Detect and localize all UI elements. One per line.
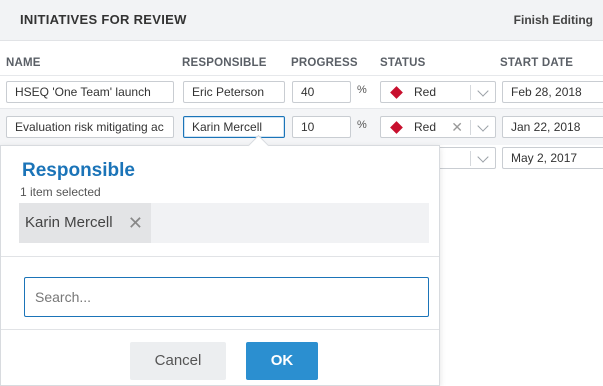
- status-value: Red: [414, 85, 437, 99]
- column-header-name: NAME: [6, 57, 41, 69]
- selected-chip: Karin Mercell ✕: [19, 203, 151, 243]
- divider: [1, 256, 439, 257]
- cancel-button[interactable]: Cancel: [130, 342, 226, 380]
- chevron-down-icon[interactable]: [477, 120, 489, 132]
- responsible-field[interactable]: Eric Peterson: [183, 81, 285, 103]
- selection-count: 1 item selected: [20, 185, 101, 199]
- column-header-progress: PROGRESS: [291, 57, 358, 69]
- status-value: Red: [414, 120, 437, 134]
- clear-icon[interactable]: ✕: [451, 117, 463, 137]
- select-separator: [470, 151, 471, 166]
- progress-field[interactable]: 10: [292, 116, 351, 138]
- search-input[interactable]: Search...: [24, 277, 429, 317]
- name-field[interactable]: HSEQ 'One Team' launch: [6, 81, 174, 103]
- divider: [1, 329, 439, 330]
- finish-editing-link[interactable]: Finish Editing: [514, 13, 593, 27]
- chevron-down-icon[interactable]: [477, 151, 489, 163]
- status-select[interactable]: Red ✕: [380, 116, 496, 138]
- panel-title: INITIATIVES FOR REVIEW: [20, 12, 187, 27]
- status-diamond-icon: [390, 86, 403, 99]
- column-header-status: STATUS: [380, 57, 426, 69]
- remove-chip-icon[interactable]: ✕: [128, 203, 143, 243]
- start-date-field[interactable]: Jan 22, 2018: [502, 116, 603, 138]
- percent-label: %: [357, 119, 367, 131]
- column-header-responsible: RESPONSIBLE: [182, 57, 267, 69]
- chevron-down-icon[interactable]: [477, 85, 489, 97]
- status-diamond-icon: [390, 121, 403, 134]
- select-separator: [470, 85, 471, 100]
- start-date-field[interactable]: May 2, 2017: [502, 147, 603, 169]
- percent-label: %: [357, 84, 367, 96]
- row-divider: [0, 75, 603, 76]
- popup-title: Responsible: [22, 160, 135, 181]
- select-separator: [470, 120, 471, 135]
- column-header-start-date: START DATE: [500, 57, 574, 69]
- chip-label: Karin Mercell: [25, 214, 113, 231]
- responsible-field[interactable]: Karin Mercell: [183, 116, 285, 138]
- selected-items-box: Karin Mercell ✕: [19, 203, 429, 243]
- responsible-picker-popup: Responsible 1 item selected Karin Mercel…: [0, 145, 440, 386]
- progress-field[interactable]: 40: [292, 81, 351, 103]
- panel-header: INITIATIVES FOR REVIEW Finish Editing: [0, 0, 603, 41]
- ok-button[interactable]: OK: [246, 342, 318, 380]
- start-date-field[interactable]: Feb 28, 2018: [502, 81, 603, 103]
- name-field[interactable]: Evaluation risk mitigating ac: [6, 116, 174, 138]
- status-select[interactable]: Red: [380, 81, 496, 103]
